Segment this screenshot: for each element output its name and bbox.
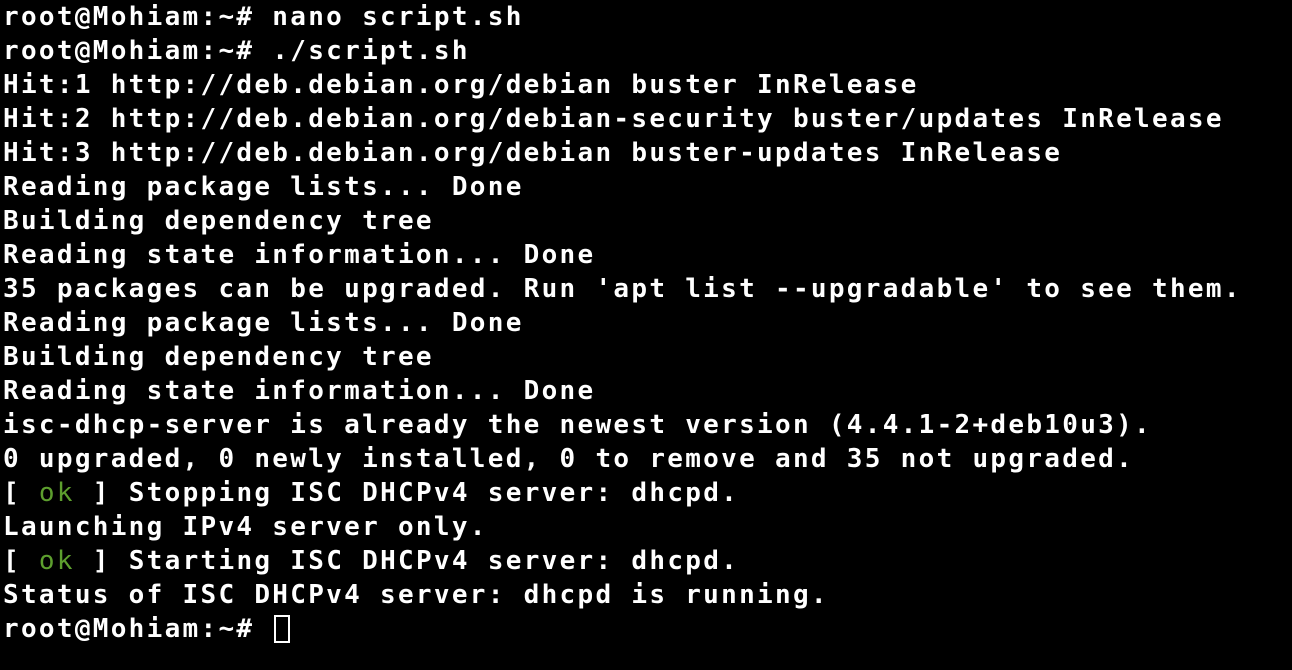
- terminal-line: Reading package lists... Done: [3, 172, 524, 202]
- start-status-line: [ ok ] Starting ISC DHCPv4 server: dhcpd…: [3, 544, 1292, 578]
- terminal-line: isc-dhcp-server is already the newest ve…: [3, 410, 1153, 440]
- prompt-line[interactable]: root@Mohiam:~#: [3, 612, 1292, 646]
- cursor-block[interactable]: [274, 615, 291, 643]
- launch-line: Launching IPv4 server only.: [3, 512, 488, 542]
- terminal-line: Building dependency tree: [3, 206, 434, 236]
- terminal-line: 35 packages can be upgraded. Run 'apt li…: [3, 274, 1242, 304]
- bracket-close: ]: [74, 478, 129, 508]
- prompt-text: root@Mohiam:~#: [3, 614, 273, 644]
- terminal-line: Hit:2 http://deb.debian.org/debian-secur…: [3, 104, 1224, 134]
- terminal-line: Reading state information... Done: [3, 376, 596, 406]
- bracket-close: ]: [74, 546, 129, 576]
- start-status-text: Starting ISC DHCPv4 server: dhcpd.: [128, 546, 740, 576]
- final-status-line: Status of ISC DHCPv4 server: dhcpd is ru…: [3, 580, 829, 610]
- bracket-open: [: [3, 546, 39, 576]
- terminal-line: 0 upgraded, 0 newly installed, 0 to remo…: [3, 444, 1135, 474]
- stop-status-line: [ ok ] Stopping ISC DHCPv4 server: dhcpd…: [3, 476, 1292, 510]
- terminal-line: Building dependency tree: [3, 342, 434, 372]
- terminal-line: root@Mohiam:~# ./script.sh: [3, 36, 470, 66]
- terminal-window[interactable]: root@Mohiam:~# nano script.sh root@Mohia…: [0, 0, 1292, 670]
- ok-status-label: ok: [38, 546, 75, 576]
- ok-status-label: ok: [38, 478, 75, 508]
- terminal-line: root@Mohiam:~# nano script.sh: [3, 2, 524, 32]
- terminal-line: Hit:1 http://deb.debian.org/debian buste…: [3, 70, 919, 100]
- bracket-open: [: [3, 478, 39, 508]
- terminal-line: Reading package lists... Done: [3, 308, 524, 338]
- stop-status-text: Stopping ISC DHCPv4 server: dhcpd.: [128, 478, 740, 508]
- terminal-line: Reading state information... Done: [3, 240, 596, 270]
- terminal-line: Hit:3 http://deb.debian.org/debian buste…: [3, 138, 1063, 168]
